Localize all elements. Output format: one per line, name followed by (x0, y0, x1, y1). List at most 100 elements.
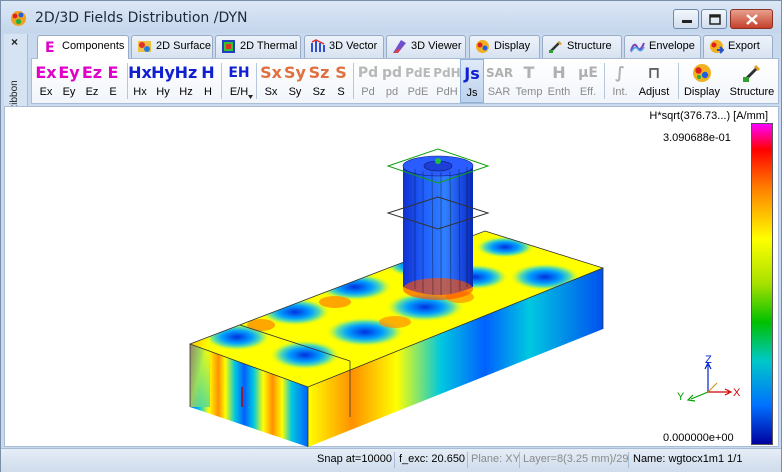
tab-components[interactable]: E Components (37, 35, 129, 59)
status-name: Name: wgtocx1m1 1/1 (633, 453, 743, 465)
eh-glyph: EH (228, 65, 250, 81)
coax-cylinder (403, 166, 473, 295)
x-axis-label: X (733, 387, 741, 399)
enth-button[interactable]: H Enth (545, 59, 573, 103)
tab-label: 3D Viewer (411, 40, 462, 52)
tab-label: 2D Thermal (240, 40, 298, 52)
sx-glyph: Sx (260, 63, 282, 82)
tab-structure[interactable]: Structure (542, 35, 622, 58)
tab-label: Display (494, 40, 531, 52)
structure-button[interactable]: Structure (730, 59, 774, 103)
sar-button[interactable]: SAR SAR (486, 59, 514, 103)
button-label: E (109, 86, 117, 98)
pd-glyph: Pd (357, 65, 379, 81)
z-axis-label: Z (705, 354, 712, 366)
close-icon (746, 14, 758, 25)
enth-glyph: H (552, 63, 566, 82)
structure-icon (743, 65, 760, 82)
h-button[interactable]: HH (198, 59, 218, 103)
s-button[interactable]: SS (331, 59, 351, 103)
color-scale-bar[interactable] (751, 123, 773, 445)
tab-label: Structure (567, 40, 612, 52)
y-axis-label: Y (677, 391, 685, 403)
pd-lower-glyph: pd (381, 65, 403, 81)
js-glyph: Js (464, 64, 480, 83)
axis-diagonal (707, 382, 718, 393)
minimize-button[interactable] (673, 9, 699, 29)
axis-triad: Z X Y (677, 354, 741, 403)
ribbon-close-button[interactable]: × (11, 35, 18, 49)
tab-label: 2D Surface (156, 40, 212, 52)
field-3d-render[interactable]: Z X Y (5, 107, 780, 448)
color-scale-min: 0.000000e+00 (663, 432, 734, 444)
sz-glyph: Sz (308, 63, 330, 82)
tab-label: Export (728, 40, 760, 52)
e-glyph: E (107, 63, 119, 82)
structure-icon (549, 41, 562, 53)
tab-label: Envelope (649, 40, 695, 52)
status-snap: Snap at=10000 (317, 453, 392, 465)
display-icon (476, 40, 489, 53)
status-frequency: f_exc: 20.650 (399, 453, 466, 465)
ribbon-panel: Ex Ex Ey Ey Ez Ez EE Hx Hx Hy Hy Hz Hz HH EH E/… (31, 58, 779, 104)
s-glyph: S (335, 63, 347, 82)
hx-glyph: Hx (128, 63, 152, 82)
display-icon (693, 64, 711, 82)
coax-cylinder-base (403, 278, 473, 300)
button-label: S (337, 86, 345, 98)
tab-label: 3D Vector (329, 40, 378, 52)
status-plane: Plane: XY (471, 453, 520, 465)
tab-label: Components (62, 40, 125, 52)
hy-glyph: Hy (151, 63, 175, 82)
status-separator (394, 452, 395, 468)
field-view-canvas[interactable]: Z X Y H*sqrt(376.73...) [A/mm] 3.090688e… (4, 106, 779, 447)
svg-text:E: E (45, 40, 55, 54)
display-button[interactable]: Display (684, 59, 720, 103)
integral-icon: ∫ (615, 63, 625, 82)
title-bar[interactable]: 2D/3D Fields Distribution /DYN (1, 1, 781, 33)
temp-glyph: T (523, 63, 535, 82)
minimize-icon (682, 20, 692, 23)
e-button[interactable]: EE (103, 59, 123, 103)
tab-3d-viewer[interactable]: 3D Viewer (386, 35, 466, 58)
tab-display[interactable]: Display (469, 35, 540, 58)
window-title: 2D/3D Fields Distribution /DYN (35, 10, 248, 26)
eff-glyph: μE (578, 65, 598, 81)
eff-button[interactable]: μE Eff. (575, 59, 601, 103)
feed-point (435, 158, 441, 164)
tab-2d-surface[interactable]: 2D Surface (131, 35, 213, 58)
y-axis-icon (686, 391, 709, 402)
temp-button[interactable]: T Temp (515, 59, 543, 103)
status-layer: Layer=8(3.25 mm)/29 (523, 453, 629, 465)
vector-icon (311, 39, 325, 52)
ribbon-separator (678, 63, 679, 99)
js-button[interactable]: Js Js (460, 59, 484, 103)
color-scale-title: H*sqrt(376.73...) [A/mm] (649, 110, 768, 122)
adjust-button[interactable]: ⊓ Adjust (638, 59, 670, 103)
button-label: Int. (612, 86, 628, 98)
tab-2d-thermal[interactable]: 2D Thermal (215, 35, 301, 58)
status-separator (628, 452, 629, 468)
sar-glyph: SAR (486, 66, 514, 80)
pde-button[interactable]: PdE PdE (404, 59, 432, 103)
close-button[interactable] (730, 9, 773, 29)
button-label: Eff. (579, 86, 597, 98)
surface-icon (138, 41, 151, 52)
tab-3d-vector[interactable]: 3D Vector (304, 35, 384, 58)
maximize-button[interactable] (701, 9, 727, 29)
sy-glyph: Sy (284, 63, 306, 82)
status-separator (519, 452, 520, 468)
tab-export[interactable]: Export (703, 35, 773, 58)
ex-glyph: Ex (35, 63, 57, 82)
hz-glyph: Hz (174, 63, 198, 82)
ribbon-tab-row: E Components 2D Surface 2D Thermal 3D Ve… (31, 35, 779, 59)
export-icon (710, 40, 724, 54)
int-button[interactable]: ∫ Int. (608, 59, 632, 103)
z-axis-icon (704, 361, 712, 392)
ribbon-collapse-strip: × Ribbon (4, 34, 28, 112)
ey-glyph: Ey (58, 63, 80, 82)
app-window: 2D/3D Fields Distribution /DYN × Ribbon … (0, 0, 782, 472)
eh-dropdown-button[interactable]: EH E/H (225, 59, 253, 103)
viewer-icon (393, 40, 406, 53)
tab-envelope[interactable]: Envelope (624, 35, 701, 58)
